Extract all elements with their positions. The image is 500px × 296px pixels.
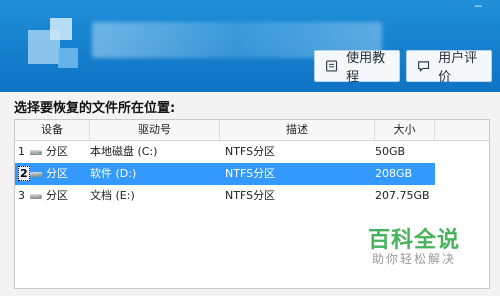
- drive-cell: 文档 (E:): [90, 189, 135, 202]
- description-cell: NTFS分区: [225, 189, 276, 202]
- row-index: 1: [18, 145, 25, 158]
- user-review-button-label: 用户评价: [438, 51, 478, 85]
- book-icon: [326, 60, 338, 72]
- table-row[interactable]: 3 分区 文档 (E:) NTFS分区 207.75GB: [15, 185, 435, 207]
- column-header-drive[interactable]: 驱动号: [90, 120, 220, 140]
- size-cell: 208GB: [375, 167, 413, 180]
- location-prompt: 选择要恢复的文件所在位置:: [14, 101, 176, 116]
- row-index-focused: 2: [18, 166, 30, 181]
- row-index: 2: [18, 163, 30, 185]
- drive-cell: 软件 (D:): [90, 167, 137, 180]
- column-header-device[interactable]: 设备: [15, 120, 90, 140]
- watermark-subtitle: 助你轻松解决: [372, 252, 457, 266]
- table-header: 设备 驱动号 描述 大小: [15, 120, 489, 141]
- hard-drive-icon: [30, 193, 42, 200]
- app-logo: [28, 18, 80, 74]
- tutorial-button[interactable]: 使用教程: [314, 50, 400, 85]
- app-header: ─ 使用教程 用户评价: [0, 0, 500, 92]
- table-row-selected[interactable]: 2 分区 软件 (D:) NTFS分区 208GB: [15, 163, 435, 185]
- drive-cell: 本地磁盘 (C:): [90, 145, 158, 158]
- tutorial-button-label: 使用教程: [346, 51, 386, 85]
- comment-icon: [418, 61, 430, 72]
- description-cell: NTFS分区: [225, 167, 276, 180]
- user-review-button[interactable]: 用户评价: [406, 50, 492, 85]
- hard-drive-icon: [30, 149, 42, 156]
- device-label: 分区: [46, 145, 68, 158]
- row-index: 3: [18, 189, 25, 202]
- column-header-size[interactable]: 大小: [375, 120, 435, 140]
- size-cell: 207.75GB: [375, 189, 430, 202]
- minimize-button[interactable]: ─: [464, 0, 492, 14]
- size-cell: 50GB: [375, 145, 406, 158]
- device-label: 分区: [46, 189, 68, 202]
- device-label: 分区: [46, 167, 68, 180]
- table-row[interactable]: 1 分区 本地磁盘 (C:) NTFS分区 50GB: [15, 141, 435, 163]
- description-cell: NTFS分区: [225, 145, 276, 158]
- column-header-description[interactable]: 描述: [220, 120, 375, 140]
- hard-drive-icon: [30, 171, 42, 178]
